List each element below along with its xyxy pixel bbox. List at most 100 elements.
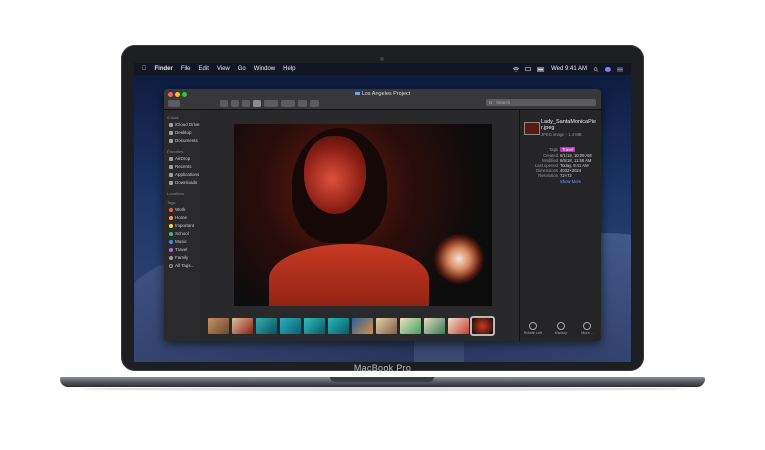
close-button[interactable] xyxy=(168,92,173,97)
siri-icon[interactable] xyxy=(605,66,611,72)
airdrop-icon xyxy=(169,156,173,161)
icon-view-button[interactable] xyxy=(220,99,228,107)
cloud-icon xyxy=(169,122,173,127)
tags-button[interactable] xyxy=(310,99,319,107)
sidebar-item-desktop[interactable]: Desktop xyxy=(169,130,192,135)
sidebar-item-downloads[interactable]: Downloads xyxy=(169,180,197,185)
sidebar-header-icloud: iCloud xyxy=(167,115,179,120)
meta-row: Resolution 72×72 xyxy=(538,173,572,178)
preview-pane: Lady_SantaMonicaPier.jpeg JPEG image - 1… xyxy=(519,110,601,341)
thumbnail[interactable] xyxy=(256,318,277,334)
menu-go[interactable]: Go xyxy=(238,66,246,72)
rotate-left-icon xyxy=(529,322,537,330)
airplay-icon[interactable] xyxy=(525,66,531,72)
desktop-icon xyxy=(169,130,173,135)
device-label: MacBook Pro xyxy=(353,363,412,373)
photo-preview[interactable] xyxy=(234,124,492,306)
sidebar-item-recents[interactable]: Recents xyxy=(169,164,192,169)
sidebar-header-locations: Locations xyxy=(167,191,185,196)
sidebar-header-tags: Tags xyxy=(167,200,176,205)
menu-bar:  Finder File Edit View Go Window Help W… xyxy=(134,63,631,75)
group-button[interactable] xyxy=(264,99,278,107)
title-bar[interactable]: Los Angeles Project Search xyxy=(164,89,601,110)
sidebar-tag-school[interactable]: School xyxy=(169,231,189,236)
sidebar-tag-music[interactable]: Music xyxy=(169,239,187,244)
tag-color-icon xyxy=(169,215,173,220)
menu-app-name[interactable]: Finder xyxy=(155,66,173,72)
list-view-button[interactable] xyxy=(231,99,239,107)
search-field[interactable]: Search xyxy=(486,99,596,106)
thumbnail[interactable] xyxy=(376,318,397,334)
finder-window: Los Angeles Project Search iCloud iCloud… xyxy=(164,89,601,341)
gallery-view xyxy=(206,110,519,341)
more-button[interactable]: More... xyxy=(576,322,598,335)
file-thumbnail-icon xyxy=(524,122,540,135)
share-button[interactable] xyxy=(298,99,307,107)
search-icon[interactable] xyxy=(593,66,599,72)
meta-row-tags: Tags Travel xyxy=(549,147,576,152)
apple-icon[interactable]:  xyxy=(142,66,147,72)
sidebar-tag-all[interactable]: All Tags... xyxy=(169,263,194,268)
thumbnail[interactable] xyxy=(232,318,253,334)
search-placeholder: Search xyxy=(496,100,511,105)
window-title: Los Angeles Project xyxy=(314,91,451,97)
more-icon xyxy=(583,322,591,330)
menu-help[interactable]: Help xyxy=(283,66,295,72)
sidebar-tag-work[interactable]: Work xyxy=(169,207,185,212)
markup-icon xyxy=(557,322,565,330)
sidebar-item-icloud-drive[interactable]: iCloud Drive xyxy=(169,122,200,127)
minimize-button[interactable] xyxy=(175,92,180,97)
search-icon xyxy=(489,100,493,104)
sidebar-item-airdrop[interactable]: AirDrop xyxy=(169,156,190,161)
menu-window[interactable]: Window xyxy=(254,66,275,72)
thumbnail[interactable] xyxy=(400,318,421,334)
back-forward-button[interactable] xyxy=(168,99,180,107)
file-kind: JPEG image - 1.4 MB xyxy=(541,132,582,137)
menu-edit[interactable]: Edit xyxy=(199,66,209,72)
photo-subject-body xyxy=(269,244,429,306)
tag-color-icon xyxy=(169,255,173,260)
applications-icon xyxy=(169,172,173,177)
thumbnail[interactable] xyxy=(304,318,325,334)
menu-file[interactable]: File xyxy=(181,66,191,72)
thumbnail[interactable] xyxy=(328,318,349,334)
markup-button[interactable]: Markup xyxy=(550,322,572,335)
screen:  Finder File Edit View Go Window Help W… xyxy=(134,63,631,362)
battery-icon[interactable] xyxy=(537,67,545,72)
download-icon xyxy=(169,180,173,185)
column-view-button[interactable] xyxy=(242,99,250,107)
sidebar-item-applications[interactable]: Applications xyxy=(169,172,199,177)
notification-center-icon[interactable] xyxy=(617,67,623,72)
tag-color-icon xyxy=(169,207,173,212)
thumbnail[interactable] xyxy=(424,318,445,334)
tag-color-icon xyxy=(169,247,173,252)
clock-icon xyxy=(169,164,173,169)
tag-chip[interactable]: Travel xyxy=(560,147,576,152)
menu-clock[interactable]: Wed 9:41 AM xyxy=(551,66,587,72)
sidebar-tag-home[interactable]: Home xyxy=(169,215,187,220)
laptop-shadow xyxy=(80,387,685,391)
camera-icon xyxy=(380,57,384,61)
lid-notch xyxy=(330,377,434,382)
wifi-icon[interactable] xyxy=(513,66,520,72)
document-icon xyxy=(169,138,173,143)
rotate-left-button[interactable]: Rotate Left xyxy=(522,322,544,335)
sidebar-tag-family[interactable]: Family xyxy=(169,255,188,260)
menu-view[interactable]: View xyxy=(217,66,230,72)
tag-color-icon xyxy=(169,223,173,228)
sidebar-tag-travel[interactable]: Travel xyxy=(169,247,187,252)
sidebar: iCloud iCloud Drive Desktop Documents Fa… xyxy=(164,110,206,341)
tag-color-icon xyxy=(169,263,173,268)
show-more-link[interactable]: Show More xyxy=(560,179,581,184)
sidebar-item-documents[interactable]: Documents xyxy=(169,138,198,143)
gallery-view-button[interactable] xyxy=(253,99,261,107)
thumbnail[interactable] xyxy=(352,318,373,334)
thumbnail-selected[interactable] xyxy=(470,316,495,336)
thumbnail[interactable] xyxy=(448,318,469,334)
zoom-button[interactable] xyxy=(182,92,187,97)
action-gear-button[interactable] xyxy=(281,99,295,107)
thumbnail[interactable] xyxy=(208,318,229,334)
thumbnail[interactable] xyxy=(280,318,301,334)
sidebar-tag-important[interactable]: Important xyxy=(169,223,194,228)
photo-subject-face xyxy=(304,136,366,214)
